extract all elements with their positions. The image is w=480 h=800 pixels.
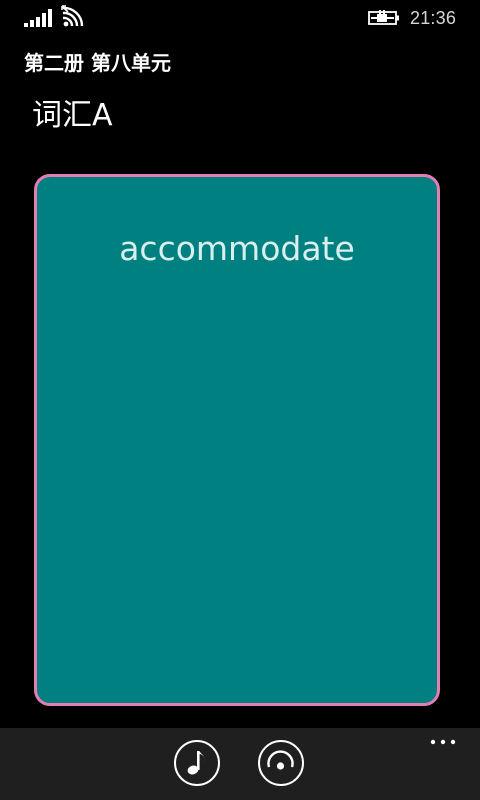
music-note-icon xyxy=(187,751,205,775)
wifi-icon xyxy=(61,5,84,27)
music-button[interactable] xyxy=(174,740,220,786)
clock: 21:36 xyxy=(410,8,457,28)
battery-charging-icon xyxy=(368,10,399,25)
signal-icon xyxy=(24,9,52,27)
status-bar: 21:36 xyxy=(0,0,480,34)
card-word: accommodate xyxy=(119,229,355,268)
app-bar xyxy=(0,728,480,800)
more-button[interactable] xyxy=(422,732,466,752)
play-button[interactable] xyxy=(258,740,304,786)
flash-card[interactable]: accommodate xyxy=(34,174,440,706)
ellipsis-icon xyxy=(430,739,456,745)
app-title: 第二册 第八单元 xyxy=(24,51,171,75)
page-title: 词汇A xyxy=(32,98,113,133)
play-circle-icon xyxy=(267,750,294,770)
